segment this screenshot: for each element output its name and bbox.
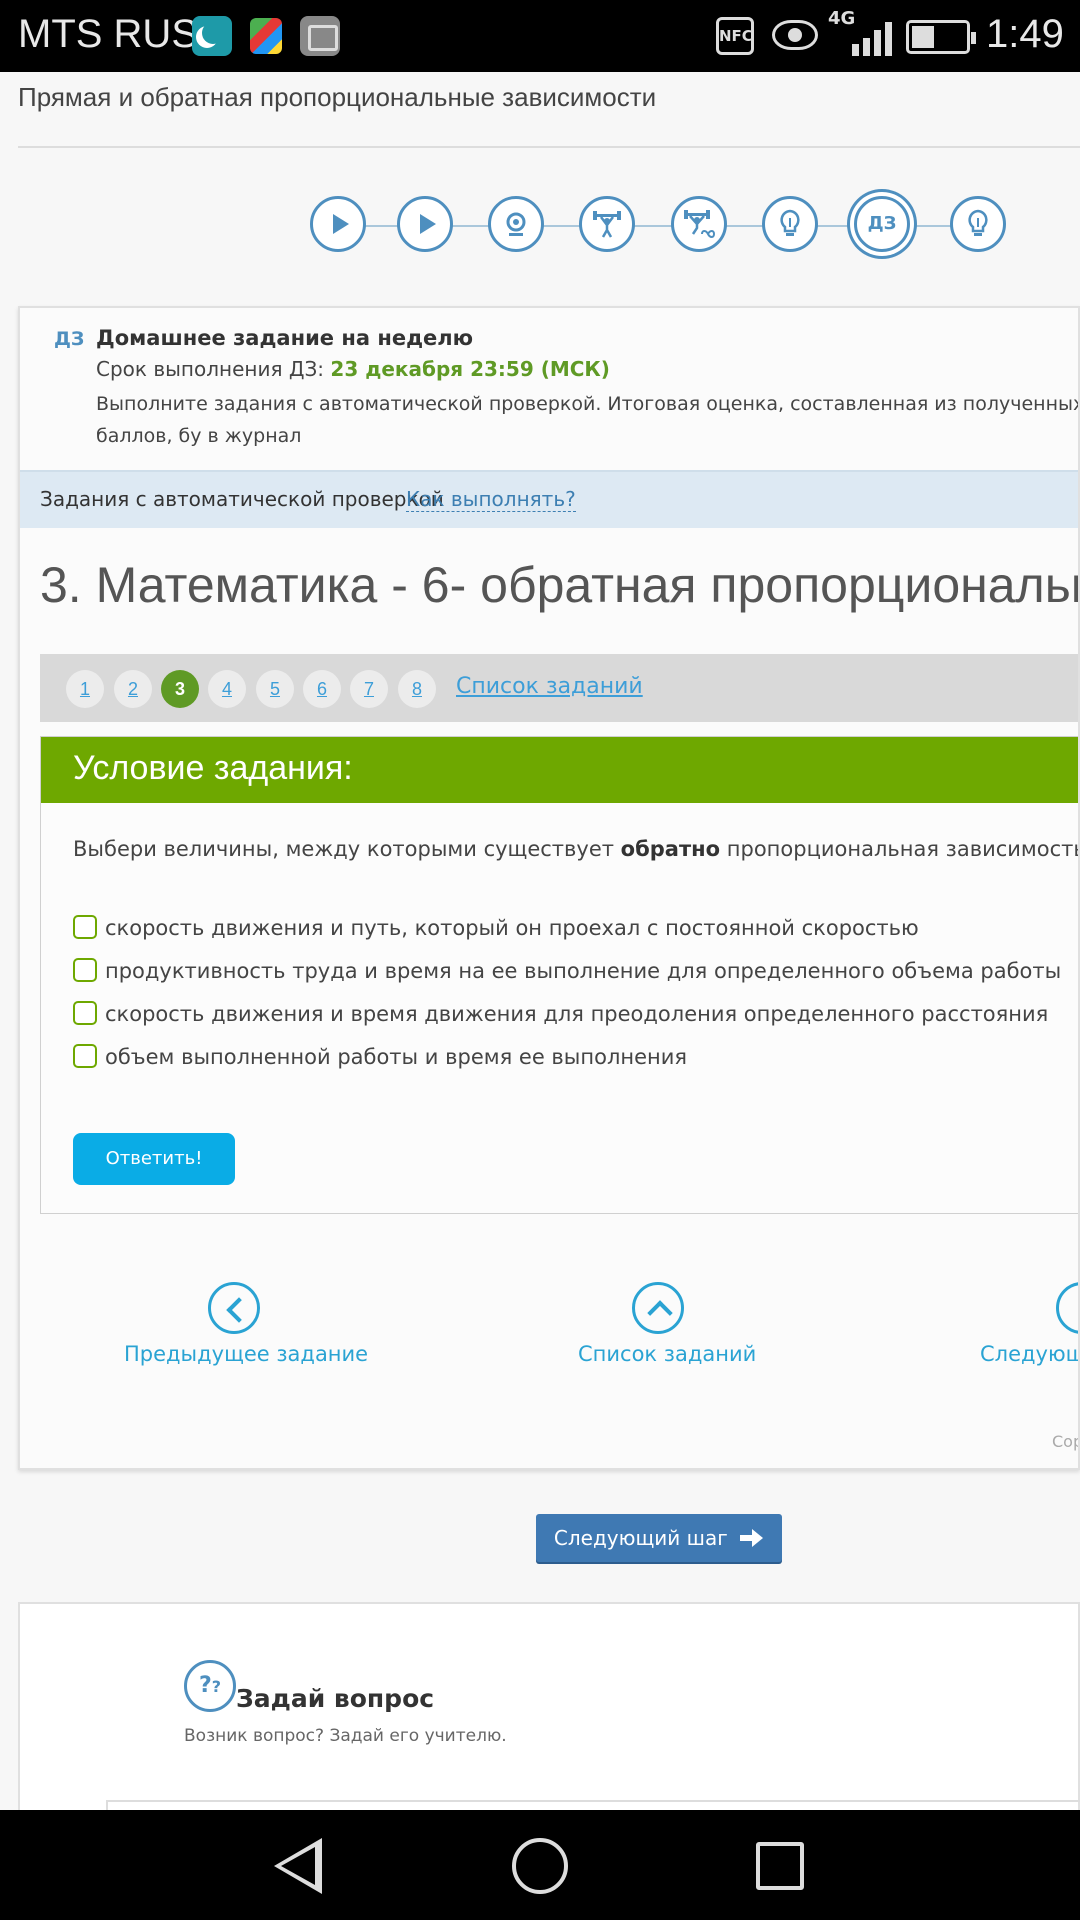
page-link-6[interactable]: 6 xyxy=(303,670,341,708)
deadline-label: Срок выполнения ДЗ: xyxy=(96,357,325,381)
question-prefix: Выбери величины, между которыми существу… xyxy=(73,837,621,861)
condition-header: Условие задания: xyxy=(41,737,1078,803)
clock: 1:49 xyxy=(986,12,1064,56)
next-task-icon[interactable] xyxy=(1056,1282,1078,1334)
condition-title: Условие задания: xyxy=(73,749,353,787)
checkbox[interactable] xyxy=(73,1001,97,1025)
homework-tag: ДЗ xyxy=(54,328,85,350)
page-link-7[interactable]: 7 xyxy=(350,670,388,708)
next-step-button[interactable]: Следующий шаг xyxy=(536,1514,782,1562)
question-suffix: пропорциональная зависимость: xyxy=(720,837,1080,861)
page-link-3-current[interactable]: 3 xyxy=(161,670,199,708)
page-link-4[interactable]: 4 xyxy=(208,670,246,708)
homework-title: Домашнее задание на неделю xyxy=(96,326,474,350)
answer-button[interactable]: Ответить! xyxy=(73,1133,235,1185)
gallery-icon xyxy=(300,16,340,56)
android-nav-bar xyxy=(0,1810,1080,1920)
option-label: скорость движения и время движения для п… xyxy=(105,1002,1049,1026)
step-webinar[interactable] xyxy=(488,196,544,252)
eye-icon xyxy=(772,20,818,50)
option-label: объем выполненной работы и время ее выпо… xyxy=(105,1045,688,1069)
page-link-8[interactable]: 8 xyxy=(398,670,436,708)
weightlifter-infinity-icon xyxy=(684,210,716,238)
previous-task-link[interactable]: Предыдущее задание xyxy=(124,1342,368,1366)
ask-question-card: ?? Задай вопрос Возник вопрос? Задай его… xyxy=(18,1602,1080,1830)
task-list-link[interactable]: Список заданий xyxy=(456,674,643,699)
checkbox[interactable] xyxy=(73,958,97,982)
option-2[interactable]: продуктивность труда и время на ее выпол… xyxy=(73,958,1061,983)
page-title: Прямая и обратная пропорциональные завис… xyxy=(18,82,657,112)
page-link-2[interactable]: 2 xyxy=(114,670,152,708)
auto-check-bar: Задания с автоматической проверкой Как в… xyxy=(20,470,1078,528)
recent-apps-icon[interactable] xyxy=(756,1842,804,1890)
ask-title: Задай вопрос xyxy=(236,1684,435,1713)
step-training[interactable] xyxy=(579,196,635,252)
task-pager: 1 2 3 4 5 6 7 8 Список заданий xyxy=(40,654,1078,722)
option-4[interactable]: объем выполненной работы и время ее выпо… xyxy=(73,1044,687,1069)
question-bold: обратно xyxy=(620,837,721,861)
arrow-right-icon xyxy=(740,1529,764,1547)
nfc-icon: NFC xyxy=(716,17,754,55)
homework-icon: ДЗ xyxy=(867,213,897,234)
page-link-5[interactable]: 5 xyxy=(256,670,294,708)
howto-link[interactable]: Как выполнять? xyxy=(406,487,576,512)
step-tip-2[interactable] xyxy=(950,196,1006,252)
task-list-icon[interactable] xyxy=(632,1282,684,1334)
divider xyxy=(18,146,1080,148)
homework-deadline: Срок выполнения ДЗ: 23 декабря 23:59 (МС… xyxy=(96,357,610,381)
homework-card: ДЗ Домашнее задание на неделю Срок выпол… xyxy=(18,306,1080,1470)
step-video-2[interactable] xyxy=(397,196,453,252)
signal-icon xyxy=(852,22,892,56)
homework-description: Выполните задания с автоматической прове… xyxy=(96,393,1080,447)
battery-icon xyxy=(906,20,976,54)
question-icon: ?? xyxy=(184,1660,236,1712)
option-1[interactable]: скорость движения и путь, который он про… xyxy=(73,915,919,940)
auto-check-label: Задания с автоматической проверкой xyxy=(40,487,444,511)
back-icon[interactable] xyxy=(274,1838,322,1894)
question-icon-glyph: ? xyxy=(198,1673,212,1698)
ask-subtitle: Возник вопрос? Задай его учителю. xyxy=(184,1726,507,1746)
corner-text: Сор xyxy=(1052,1432,1078,1451)
step-video-1[interactable] xyxy=(310,196,366,252)
play-icon xyxy=(419,214,436,234)
weightlifter-icon xyxy=(593,211,621,238)
option-label: скорость движения и путь, который он про… xyxy=(105,916,919,940)
deadline-value: 23 декабря 23:59 (МСК) xyxy=(330,357,610,381)
checkbox[interactable] xyxy=(73,1044,97,1068)
option-3[interactable]: скорость движения и время движения для п… xyxy=(73,1001,1048,1026)
question-icon-glyph-small: ? xyxy=(211,1677,222,1696)
task-list-nav-link[interactable]: Список заданий xyxy=(578,1342,756,1366)
webcam-icon xyxy=(506,212,526,236)
checkbox[interactable] xyxy=(73,915,97,939)
step-training-infinite[interactable] xyxy=(671,196,727,252)
task-title: 3. Математика - 6- обратная пропорционал… xyxy=(40,557,1080,613)
status-bar: MTS RUS NFC 4G 1:49 xyxy=(0,0,1080,72)
lightbulb-icon xyxy=(780,209,800,236)
lightbulb-icon xyxy=(968,209,988,236)
previous-task-icon[interactable] xyxy=(208,1282,260,1334)
step-homework[interactable]: ДЗ xyxy=(854,196,910,252)
next-task-link[interactable]: Следующе xyxy=(980,1342,1078,1366)
step-tip-1[interactable] xyxy=(762,196,818,252)
moon-icon xyxy=(192,16,232,56)
play-icon xyxy=(332,214,349,234)
next-step-label: Следующий шаг xyxy=(553,1526,728,1550)
page-link-1[interactable]: 1 xyxy=(66,670,104,708)
question-text: Выбери величины, между которыми существу… xyxy=(73,837,1080,861)
carrier-name: MTS RUS xyxy=(18,12,198,56)
option-label: продуктивность труда и время на ее выпол… xyxy=(105,959,1062,983)
home-icon[interactable] xyxy=(512,1838,568,1894)
task-condition: Условие задания: Выбери величины, между … xyxy=(40,736,1080,1214)
puzzle-icon xyxy=(250,18,282,54)
lesson-steps: ДЗ xyxy=(310,196,1010,256)
